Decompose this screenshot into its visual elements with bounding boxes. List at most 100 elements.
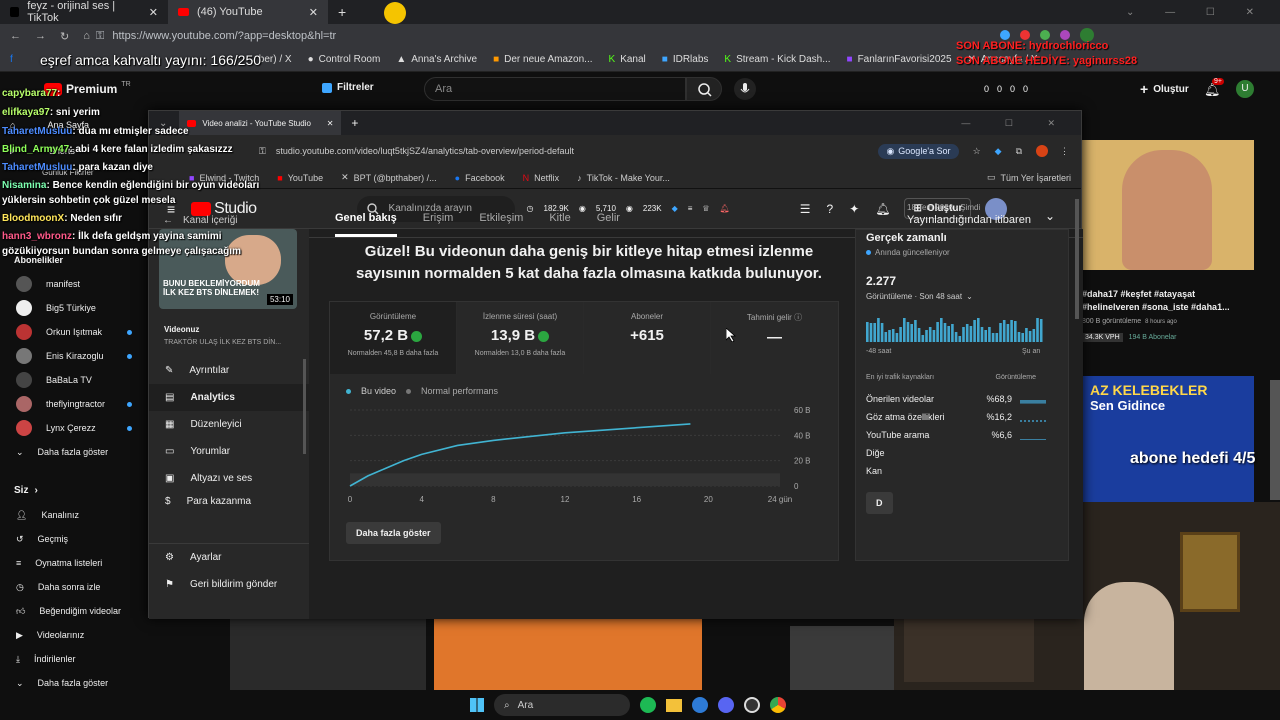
tab-revenue[interactable]: Gelir xyxy=(597,199,620,237)
folder-icon[interactable] xyxy=(666,698,682,712)
nav-editor[interactable]: ▦ Düzenleyici xyxy=(149,411,309,438)
all-bookmarks[interactable]: ▭ Tüm Yer İşaretleri xyxy=(987,172,1071,183)
bookmark-item[interactable]: K Stream - Kick Dash... xyxy=(724,54,830,65)
window-controls[interactable]: ⌄ — ☐ ✕ xyxy=(1126,7,1268,18)
sidebar-item-channel[interactable]: Lynx Çerezz xyxy=(0,416,146,440)
sidebar-item-channel-page[interactable]: 👤︎ Kanalınız xyxy=(0,503,146,527)
traffic-row[interactable]: Göz atma özellikleri %16,2 xyxy=(866,408,1046,426)
youtube-search-input[interactable]: Ara xyxy=(424,77,686,101)
you-section-heading[interactable]: Siz › xyxy=(14,485,38,496)
sidebar-scrollbar[interactable] xyxy=(303,359,306,454)
site-info-icon[interactable]: ⚿ xyxy=(96,30,104,43)
filters-button[interactable]: Filtreler xyxy=(322,82,374,93)
puzzle-icon[interactable]: ⧉ xyxy=(1016,146,1022,157)
info-icon[interactable]: ⓘ xyxy=(794,313,802,322)
date-range-selector[interactable]: 18 Tem 2026 - Şimdi Yayınlandığından iti… xyxy=(907,203,1055,226)
bookmark-item[interactable]: K Kanal xyxy=(609,54,646,65)
obs-icon[interactable] xyxy=(744,697,760,713)
extension-icon[interactable] xyxy=(1020,30,1030,40)
realtime-bar-chart[interactable] xyxy=(866,318,1046,342)
back-icon[interactable]: ← xyxy=(10,30,21,42)
tab-audience[interactable]: Kitle xyxy=(549,199,570,237)
show-more-channels[interactable]: ⌄ Daha fazla göster xyxy=(0,440,146,464)
video-title[interactable]: TRAKTÖR ULAŞ İLK KEZ BTS DİN... xyxy=(164,339,281,346)
bookmark-item[interactable]: N Netflix xyxy=(523,173,560,183)
sidebar-item-channel[interactable]: Big5 Türkiye xyxy=(0,296,146,320)
traffic-row[interactable]: YouTube arama %6,6 xyxy=(866,426,1046,444)
help-icon[interactable]: ? xyxy=(827,202,834,216)
extension-icon[interactable] xyxy=(1040,30,1050,40)
feed-thumbnail-kelebekler[interactable]: AZ KELEBEKLER Sen Gidince xyxy=(1082,376,1254,502)
more-button[interactable]: Daha fazla göster xyxy=(346,522,441,544)
sidebar-item-channel[interactable]: Enis Kirazoglu xyxy=(0,344,146,368)
bookmark-item[interactable]: ✕ BPT (@bpthaber) /... xyxy=(341,172,437,183)
feed-thumbnail-quiz[interactable] xyxy=(434,618,702,690)
browser-icon[interactable] xyxy=(692,697,708,713)
outer-tab-youtube[interactable]: (46) YouTube ✕ xyxy=(168,0,328,24)
menu-icon[interactable]: ⋮ xyxy=(1060,146,1069,157)
sidebar-item-channel[interactable]: manifest xyxy=(0,272,146,296)
sidebar-item-more[interactable]: ⌄ Daha fazla göster xyxy=(0,671,146,695)
feed-thumbnail-woman[interactable] xyxy=(1082,140,1254,270)
main-scrollbar[interactable] xyxy=(1075,199,1079,319)
nav-settings[interactable]: ⚙ Ayarlar xyxy=(149,544,309,571)
tab-reach[interactable]: Erişim xyxy=(423,199,454,237)
sidebar-item-liked[interactable]: 👍︎ Beğendiğim videolar xyxy=(0,599,146,623)
studio-url-text[interactable]: studio.youtube.com/video/luqt5tkjSZ4/ana… xyxy=(276,146,574,156)
forward-icon[interactable]: → xyxy=(35,30,46,42)
sidebar-item-channel[interactable]: Orkun Işıtmak xyxy=(0,320,146,344)
feed-thumbnail[interactable] xyxy=(790,626,894,690)
outer-tab-tiktok[interactable]: feyz - orijinal ses | TikTok ✕ xyxy=(0,0,168,24)
discord-icon[interactable] xyxy=(718,697,734,713)
avatar[interactable]: U xyxy=(1236,80,1254,98)
extension-icon[interactable]: ◆ xyxy=(995,146,1002,157)
tab-overview[interactable]: Genel bakış xyxy=(335,199,397,237)
feed-thumbnail[interactable] xyxy=(230,618,426,690)
extension-icon[interactable] xyxy=(1000,30,1010,40)
kpi-subscribers[interactable]: Aboneler +615 xyxy=(584,302,711,374)
taskbar-search[interactable]: ⌕ Ara xyxy=(494,694,630,716)
close-icon[interactable]: ✕ xyxy=(149,6,158,19)
bookmark-item[interactable]: ■ Der neue Amazon... xyxy=(493,54,592,65)
bell-icon[interactable]: 🔔︎ xyxy=(720,204,730,213)
window-controls[interactable]: — ☐ ✕ xyxy=(961,118,1071,129)
tab-engagement[interactable]: Etkileşim xyxy=(479,199,523,237)
windows-start-icon[interactable] xyxy=(470,698,484,712)
search-button[interactable] xyxy=(686,77,722,101)
chrome-icon[interactable] xyxy=(770,697,786,713)
sidebar-item-channel[interactable]: theflyingtractor xyxy=(0,392,146,416)
bookmark-item[interactable]: ■ IDRlabs xyxy=(662,54,709,65)
kpi-watch-time[interactable]: İzlenme süresi (saat) 13,9 B Normalden 1… xyxy=(457,302,584,374)
close-icon[interactable]: ✕ xyxy=(327,119,334,128)
bell-icon[interactable]: 🔔︎ xyxy=(875,202,890,216)
sidebar-item-your-videos[interactable]: ▶ Videolarınız xyxy=(0,623,146,647)
voice-search-button[interactable] xyxy=(734,78,756,100)
bookmark-item[interactable]: ♪ TikTok - Make Your... xyxy=(577,173,670,183)
sidebar-item-history[interactable]: ↺ Geçmiş xyxy=(0,527,146,551)
sparkle-icon[interactable]: ✦ xyxy=(849,202,859,216)
bookmark-item[interactable]: ● Facebook xyxy=(455,173,505,183)
traffic-row[interactable]: Diğe xyxy=(866,444,1046,462)
google-ask-button[interactable]: ◉ Google'a Sor xyxy=(878,143,959,159)
nav-feedback[interactable]: ⚑ Geri bildirim gönder xyxy=(149,571,309,598)
facebook-icon[interactable]: f xyxy=(10,54,13,65)
sidebar-item-channel[interactable]: BaBaLa TV xyxy=(0,368,146,392)
new-tab-icon[interactable]: + xyxy=(338,4,346,20)
nav-details[interactable]: ✎ Ayrıntılar xyxy=(149,357,309,384)
traffic-row[interactable]: Önerilen videolar %68,9 xyxy=(866,390,1046,408)
nav-subtitles[interactable]: ▣ Altyazı ve ses xyxy=(149,465,309,492)
create-button[interactable]: + Oluştur xyxy=(1134,80,1195,98)
sidebar-item-downloads[interactable]: ⤓ İndirilenler xyxy=(0,647,146,671)
home-icon[interactable]: ⌂ xyxy=(83,30,90,42)
views-chart[interactable]: 0 20 B 40 B 60 B 0 4 8 12 16 20 24 gün xyxy=(340,402,820,522)
notifications-button[interactable]: 🔔︎ 9+ xyxy=(1204,78,1224,98)
kpi-views[interactable]: Görüntüleme 57,2 B Normalden 45,8 B daha… xyxy=(330,302,457,374)
extension-icon[interactable] xyxy=(1060,30,1070,40)
feedback-icon[interactable]: ☰ xyxy=(800,202,811,216)
nav-analytics[interactable]: ▤ Analytics xyxy=(149,384,309,411)
traffic-row[interactable]: Kan xyxy=(866,462,1046,480)
feed-video-title[interactable]: #daha17 #keşfet #atayaşat #helinelveren … xyxy=(1082,288,1230,314)
new-tab-icon[interactable]: + xyxy=(351,116,358,130)
bookmark-partial[interactable]: ber) / X xyxy=(259,54,292,65)
bookmark-item[interactable]: ▲ Anna's Archive xyxy=(396,54,477,65)
